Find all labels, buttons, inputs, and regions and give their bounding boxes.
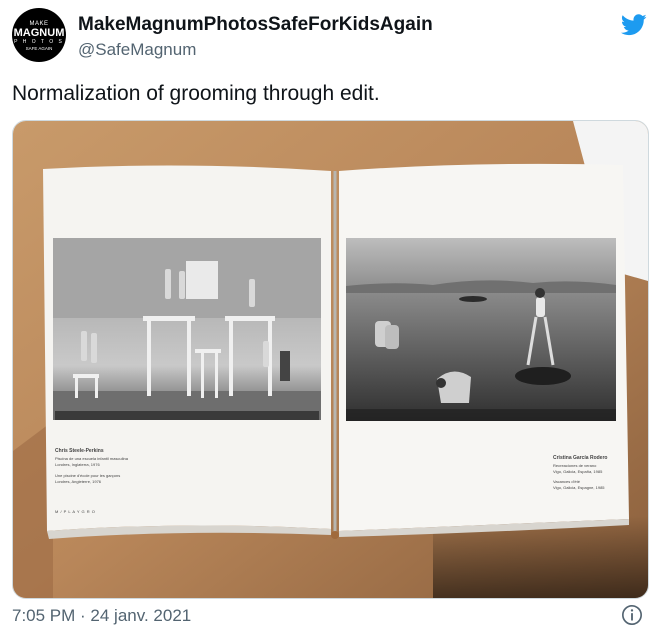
author-display-name[interactable]: MakeMagnumPhotosSafeForKidsAgain xyxy=(78,14,433,36)
tweet-timestamp[interactable]: 7:05 PM · 24 janv. 2021 xyxy=(12,606,191,626)
left-caption-line-1: Piscina de una escuela infantil masculin… xyxy=(55,456,129,461)
left-caption-line-4: Une piscine d'école pour les garçons xyxy=(55,473,120,478)
right-caption-name: Cristina García Rodero xyxy=(553,455,607,461)
left-caption-line-5: Londres, Angleterre, 1976 xyxy=(55,479,102,484)
avatar[interactable]: MAKE MAGNUM P H O T O S SAFE AGAIN xyxy=(12,8,66,62)
left-photo-pool xyxy=(53,238,321,420)
book-photo: Chris Steele-Perkins Piscina de una escu… xyxy=(13,121,648,598)
tweet-text: Normalization of grooming through edit. xyxy=(12,82,380,105)
twitter-bird-icon[interactable] xyxy=(621,14,647,36)
left-caption-name: Chris Steele-Perkins xyxy=(55,448,104,454)
right-caption-line-2: Vigo, Galicia, España, 1985 xyxy=(553,469,603,474)
right-caption-line-5: Vigo, Galicia, Espagne, 1985 xyxy=(553,485,605,490)
tweet-header: MAKE MAGNUM P H O T O S SAFE AGAIN MakeM… xyxy=(12,8,649,68)
right-photo-sea xyxy=(346,238,616,421)
tweet-photo[interactable]: Chris Steele-Perkins Piscina de una escu… xyxy=(12,120,649,599)
avatar-line-2: MAGNUM xyxy=(13,27,65,39)
left-caption-line-2: Londres, Inglaterra, 1976 xyxy=(55,462,100,467)
avatar-line-3: P H O T O S xyxy=(14,39,64,45)
author-handle[interactable]: @SafeMagnum xyxy=(78,40,196,60)
info-icon[interactable] xyxy=(621,604,643,626)
right-caption-line-1: Recreaciones de verano xyxy=(553,463,597,468)
left-page-footer: M / P L A Y G R O xyxy=(55,509,95,514)
avatar-line-4: SAFE AGAIN xyxy=(25,46,53,51)
right-caption-line-4: Vacances d'été xyxy=(553,479,581,484)
